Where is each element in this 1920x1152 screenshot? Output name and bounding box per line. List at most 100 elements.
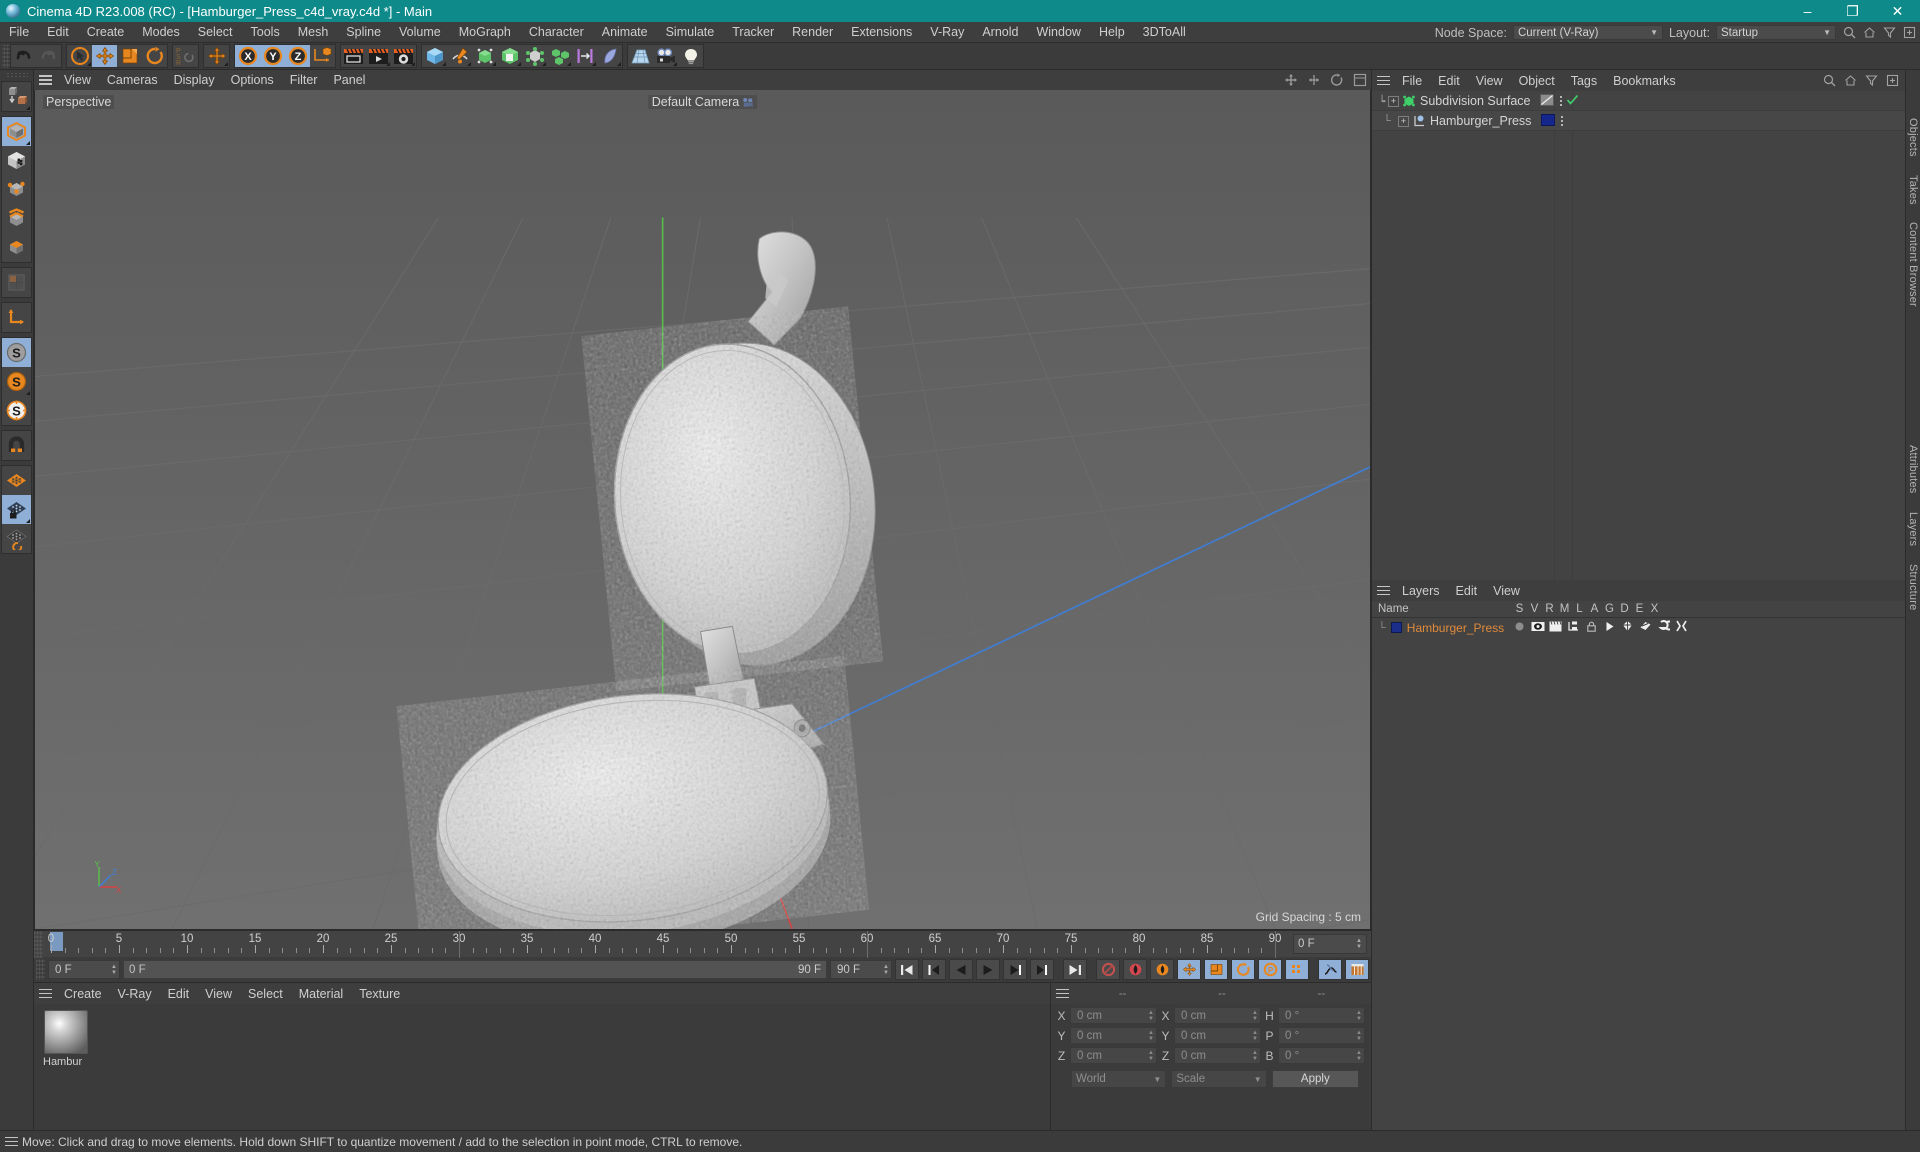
stepper-arrows-icon[interactable]: ▲ ▼: [1356, 1030, 1362, 1042]
menu-arnold[interactable]: Arnold: [973, 22, 1027, 43]
vtab-content-browser[interactable]: Content Browser: [1907, 222, 1919, 307]
xref-toggle-icon[interactable]: [1674, 620, 1689, 635]
solo-toggle-icon[interactable]: [1512, 621, 1527, 635]
node-space-select[interactable]: Current (V-Ray) ▼: [1512, 25, 1663, 40]
render-view-button[interactable]: [341, 45, 366, 67]
visibility-eye-icon[interactable]: [1530, 621, 1545, 635]
viewport-menu-options[interactable]: Options: [223, 70, 282, 90]
viewport-menu-cameras[interactable]: Cameras: [99, 70, 166, 90]
object-panel-menu-icon[interactable]: [1372, 72, 1394, 90]
expression-toggle-icon[interactable]: [1656, 620, 1675, 635]
stepper-arrows-icon[interactable]: ▲ ▼: [1148, 1010, 1154, 1022]
stepper-arrows-icon[interactable]: ▲ ▼: [105, 964, 117, 976]
object-menu-bookmarks[interactable]: Bookmarks: [1605, 71, 1684, 91]
lock-x-axis-button[interactable]: X: [235, 45, 260, 67]
move-viewport-icon[interactable]: [1284, 73, 1298, 87]
polygon-mode-button[interactable]: [2, 233, 31, 262]
rotation-key-button[interactable]: [1231, 959, 1255, 980]
uv-mode-button[interactable]: [2, 268, 31, 297]
render-settings-button[interactable]: [391, 45, 416, 67]
material-menu-view[interactable]: View: [197, 984, 240, 1004]
add-floor-button[interactable]: [628, 45, 653, 67]
object-menu-object[interactable]: Object: [1511, 71, 1563, 91]
add-cube-button[interactable]: [422, 45, 447, 67]
live-selection-tool[interactable]: [67, 45, 92, 67]
object-menu-edit[interactable]: Edit: [1430, 71, 1468, 91]
point-level-animation-button[interactable]: [1285, 959, 1309, 980]
layer-col-e[interactable]: E: [1632, 603, 1647, 615]
position-key-button[interactable]: [1177, 959, 1201, 980]
layer-col-r[interactable]: R: [1542, 603, 1557, 615]
menu-vray[interactable]: V-Ray: [921, 22, 973, 43]
menu-select[interactable]: Select: [189, 22, 242, 43]
menu-help[interactable]: Help: [1090, 22, 1134, 43]
object-menu-tags[interactable]: Tags: [1563, 71, 1605, 91]
go-to-previous-key-button[interactable]: [922, 959, 946, 980]
layer-col-s[interactable]: S: [1512, 603, 1527, 615]
psr-toggle[interactable]: PSR: [173, 45, 198, 67]
size-y-field[interactable]: 0 cm ▲ ▼: [1174, 1027, 1261, 1044]
deformer-toggle-icon[interactable]: [1638, 620, 1653, 635]
menu-edit[interactable]: Edit: [38, 22, 78, 43]
go-to-end-button[interactable]: [1063, 959, 1087, 980]
material-item[interactable]: Hambur: [42, 1010, 90, 1068]
vtab-attributes[interactable]: Attributes: [1907, 445, 1919, 493]
timeline-controls-grip[interactable]: [36, 959, 45, 980]
redo-button[interactable]: [36, 45, 61, 67]
add-panel-icon[interactable]: [1885, 74, 1899, 88]
pos-x-field[interactable]: 0 cm ▲ ▼: [1070, 1007, 1157, 1024]
animation-toggle-icon[interactable]: [1602, 621, 1617, 635]
add-mograph-button[interactable]: [547, 45, 572, 67]
lock-z-axis-button[interactable]: Z: [285, 45, 310, 67]
lock-y-axis-button[interactable]: Y: [260, 45, 285, 67]
timeline-current-frame-display[interactable]: 0 F ▲ ▼: [1293, 934, 1367, 954]
expand-toggle-icon[interactable]: +: [1388, 95, 1399, 107]
material-menu-material[interactable]: Material: [291, 984, 351, 1004]
enable-axis-button[interactable]: [2, 303, 31, 332]
menu-create[interactable]: Create: [78, 22, 134, 43]
material-tag-icon[interactable]: [1541, 113, 1556, 129]
step-forward-button[interactable]: [1003, 959, 1027, 980]
menu-modes[interactable]: Modes: [133, 22, 189, 43]
maximize-button[interactable]: ❐: [1830, 0, 1875, 22]
keyframe-selection-button[interactable]: [1150, 959, 1174, 980]
magnet-tool-button[interactable]: [2, 431, 31, 460]
coordinate-space-select[interactable]: World ▼: [1071, 1070, 1167, 1088]
timeline-start-frame-field[interactable]: 0 F ▲ ▼: [48, 960, 120, 979]
layer-col-v[interactable]: V: [1527, 603, 1542, 615]
filter-icon[interactable]: [1864, 74, 1878, 88]
layer-list[interactable]: └ Hamburger_Press: [1372, 618, 1905, 1130]
layer-panel-menu-icon[interactable]: [1372, 582, 1394, 600]
home-icon[interactable]: [1862, 26, 1876, 40]
add-camera-button[interactable]: [653, 45, 678, 67]
add-panel-icon[interactable]: [1902, 26, 1916, 40]
point-mode-button[interactable]: [2, 175, 31, 204]
vtab-layers[interactable]: Layers: [1907, 512, 1919, 546]
timeline-range-slider[interactable]: 0 F 90 F: [123, 960, 827, 979]
left-toolbar-grip[interactable]: [5, 72, 28, 79]
go-to-start-button[interactable]: [895, 959, 919, 980]
timeline-track[interactable]: 051015202530354045505560657075808590: [43, 931, 1289, 958]
add-spline-button[interactable]: [447, 45, 472, 67]
viewport-menu-display[interactable]: Display: [166, 70, 223, 90]
menu-tracker[interactable]: Tracker: [723, 22, 783, 43]
layer-col-d[interactable]: D: [1617, 603, 1632, 615]
move-tool[interactable]: [92, 45, 117, 67]
material-menu-texture[interactable]: Texture: [351, 984, 408, 1004]
size-x-field[interactable]: 0 cm ▲ ▼: [1174, 1007, 1261, 1024]
layer-menu-edit[interactable]: Edit: [1448, 581, 1486, 601]
render-toggle-icon[interactable]: [1548, 620, 1563, 635]
go-to-next-key-button[interactable]: [1030, 959, 1054, 980]
generator-toggle-icon[interactable]: [1620, 620, 1635, 635]
menu-animate[interactable]: Animate: [593, 22, 657, 43]
perspective-viewport[interactable]: Perspective Default Camera Grid Spacing …: [34, 90, 1371, 930]
pos-y-field[interactable]: 0 cm ▲ ▼: [1070, 1027, 1157, 1044]
layer-col-a[interactable]: A: [1587, 603, 1602, 615]
viewport-menu-panel[interactable]: Panel: [325, 70, 373, 90]
render-to-picture-viewer-button[interactable]: [366, 45, 391, 67]
stepper-arrows-icon[interactable]: ▲ ▼: [1148, 1030, 1154, 1042]
material-menu-vray[interactable]: V-Ray: [110, 984, 160, 1004]
workplane-button[interactable]: [2, 466, 31, 495]
viewport-menu-filter[interactable]: Filter: [282, 70, 326, 90]
layer-menu-layers[interactable]: Layers: [1394, 581, 1448, 601]
